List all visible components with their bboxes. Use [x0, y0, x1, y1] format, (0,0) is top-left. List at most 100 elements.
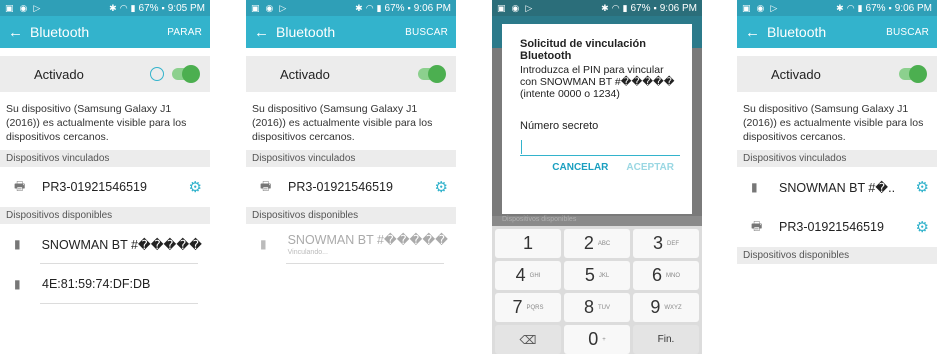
dialog-message: Introduzca el PIN para vincular con SNOW… [520, 64, 675, 100]
pin-label: Número secreto [520, 120, 599, 132]
play-icon: ▷ [33, 2, 41, 13]
key-9[interactable]: 9 WXYZ [633, 293, 699, 322]
scan-button[interactable]: BUSCAR [886, 27, 929, 38]
device-name: SNOWMAN BT #����� [287, 233, 448, 247]
numeric-keypad: 1 2 ABC 3 DEF 4 GHI 5 JKL 6 MNO 7 PQRS 8 TUV 9W… [492, 226, 702, 354]
key-digit: 2 [583, 233, 594, 253]
wifi-icon: ◠ [846, 2, 855, 13]
key-digit: 1 [522, 233, 533, 253]
scan-button[interactable]: BUSCAR [405, 27, 448, 38]
bluetooth-switch[interactable] [172, 65, 200, 83]
wifi-icon: ◠ [365, 2, 374, 13]
available-device-row[interactable]: ▮ SNOWMAN BT #����� [0, 224, 210, 264]
gear-icon[interactable]: ⚙ [189, 178, 202, 196]
location-icon: ◉ [511, 2, 520, 13]
battery-level: 67% [865, 2, 886, 14]
battery-level: 67% [630, 2, 651, 14]
paired-device-row[interactable]: 🖶 PR3-01921546519 ⚙ [246, 167, 456, 207]
gear-icon[interactable]: ⚙ [916, 218, 929, 236]
status-bar: ▣ ◉ ▷ ✱ ◠ ▮ 67% ▪ 9:05 PM [0, 0, 210, 16]
arrow-left-icon[interactable]: ← [8, 24, 26, 41]
arrow-left-icon[interactable]: ← [745, 24, 763, 41]
key-digit: 0 [588, 329, 599, 349]
arrow-left-icon[interactable]: ← [254, 24, 272, 41]
paired-device-row[interactable]: 🖶 PR3-01921546519 ⚙ [737, 207, 937, 247]
status-bar: ▣ ◉ ▷ ✱ ◠ ▮ 67% ▪ 9:06 PM [737, 0, 937, 16]
app-bar: ← Bluetooth BUSCAR [246, 16, 456, 48]
cancel-button[interactable]: CANCELAR [552, 162, 608, 173]
clock: 9:06 PM [413, 2, 451, 14]
device-name: PR3-01921546519 [42, 180, 147, 194]
bluetooth-toggle-row[interactable]: Activado [737, 56, 937, 92]
device-name: PR3-01921546519 [288, 180, 393, 194]
bluetooth-icon: ✱ [601, 2, 609, 13]
key-digit: 9 [650, 297, 661, 317]
paired-device-row[interactable]: 🖶 PR3-01921546519 ⚙ [0, 167, 210, 207]
key-letters: ABC [597, 240, 611, 247]
page-title: Bluetooth [30, 24, 90, 40]
clock: 9:05 PM [167, 2, 205, 14]
bluetooth-switch[interactable] [899, 65, 927, 83]
gear-icon[interactable]: ⚙ [435, 178, 448, 196]
backspace-key[interactable]: ⌫ [495, 325, 561, 354]
key-5[interactable]: 5 JKL [564, 261, 630, 290]
key-digit: 4 [515, 265, 526, 285]
toggle-label: Activado [771, 66, 821, 82]
paired-device-row[interactable]: ▮ SNOWMAN BT #�.. ⚙ [737, 167, 937, 207]
available-device-row[interactable]: ▮ SNOWMAN BT #����� Vinculando... [246, 224, 456, 264]
key-0[interactable]: 0 + [564, 325, 630, 354]
key-3[interactable]: 3 DEF [633, 229, 699, 258]
clock: 9:06 PM [894, 2, 932, 14]
done-key[interactable]: Fin. [633, 325, 699, 354]
key-6[interactable]: 6 MNO [633, 261, 699, 290]
bluetooth-toggle-row[interactable]: Activado [0, 56, 210, 92]
key-letters: MNO [666, 272, 680, 279]
app-bar: ← Bluetooth PARAR [0, 16, 210, 48]
key-digit: 8 [583, 297, 594, 317]
dialog-title: Solicitud de vinculación Bluetooth [520, 38, 646, 62]
location-icon: ◉ [265, 2, 274, 13]
gallery-icon: ▣ [5, 2, 14, 13]
play-icon: ▷ [770, 2, 778, 13]
key-4[interactable]: 4 GHI [495, 261, 561, 290]
key-digit: 6 [651, 265, 662, 285]
location-icon: ◉ [19, 2, 28, 13]
key-2[interactable]: 2 ABC [564, 229, 630, 258]
stop-button[interactable]: PARAR [167, 27, 202, 38]
wifi-icon: ◠ [611, 2, 620, 13]
signal-icon: ▮ [130, 2, 136, 13]
paired-devices-header: Dispositivos vinculados [0, 150, 210, 167]
screen-pin-dialog: ▣ ◉ ▷ ✱ ◠ ▮ 67% ▪ 9:06 PM Dispositivos disponib… [492, 0, 702, 354]
key-digit: 3 [652, 233, 663, 253]
battery-icon: ▪ [653, 2, 657, 13]
pin-input[interactable] [520, 138, 680, 156]
app-bar: ← Bluetooth BUSCAR [737, 16, 937, 48]
spinner-icon [150, 67, 164, 81]
key-letters: DEF [667, 240, 679, 247]
key-1[interactable]: 1 [495, 229, 561, 258]
toggle-label: Activado [34, 66, 84, 82]
device-name: PR3-01921546519 [779, 220, 884, 234]
key-digit: 7 [512, 297, 523, 317]
device-name: 4E:81:59:74:DF:DB [42, 277, 151, 291]
status-bar: ▣ ◉ ▷ ✱ ◠ ▮ 67% ▪ 9:06 PM [246, 0, 456, 16]
screen-pairing: ▣ ◉ ▷ ✱ ◠ ▮ 67% ▪ 9:06 PM ← Bluetooth BUSCAR Ac… [246, 0, 456, 354]
gear-icon[interactable]: ⚙ [916, 178, 929, 196]
done-label: Fin. [657, 334, 675, 345]
key-8[interactable]: 8 TUV [564, 293, 630, 322]
phone-icon: ▮ [751, 180, 758, 194]
bluetooth-icon: ✱ [355, 2, 363, 13]
page-title: Bluetooth [767, 24, 827, 40]
laptop-icon: 🖶 [14, 178, 26, 193]
bluetooth-switch[interactable] [418, 65, 446, 83]
signal-icon: ▮ [857, 2, 863, 13]
key-7[interactable]: 7 PQRS [495, 293, 561, 322]
available-device-row[interactable]: ▮ 4E:81:59:74:DF:DB [0, 264, 210, 304]
visibility-description: Su dispositivo (Samsung Galaxy J1 (2016)… [743, 103, 924, 143]
divider [40, 303, 198, 304]
accept-button[interactable]: ACEPTAR [626, 162, 674, 173]
bluetooth-toggle-row[interactable]: Activado [246, 56, 456, 92]
pairing-dialog: Solicitud de vinculación Bluetooth Intro… [502, 24, 692, 214]
available-devices-header: Dispositivos disponibles [246, 207, 456, 224]
gallery-icon: ▣ [742, 2, 751, 13]
